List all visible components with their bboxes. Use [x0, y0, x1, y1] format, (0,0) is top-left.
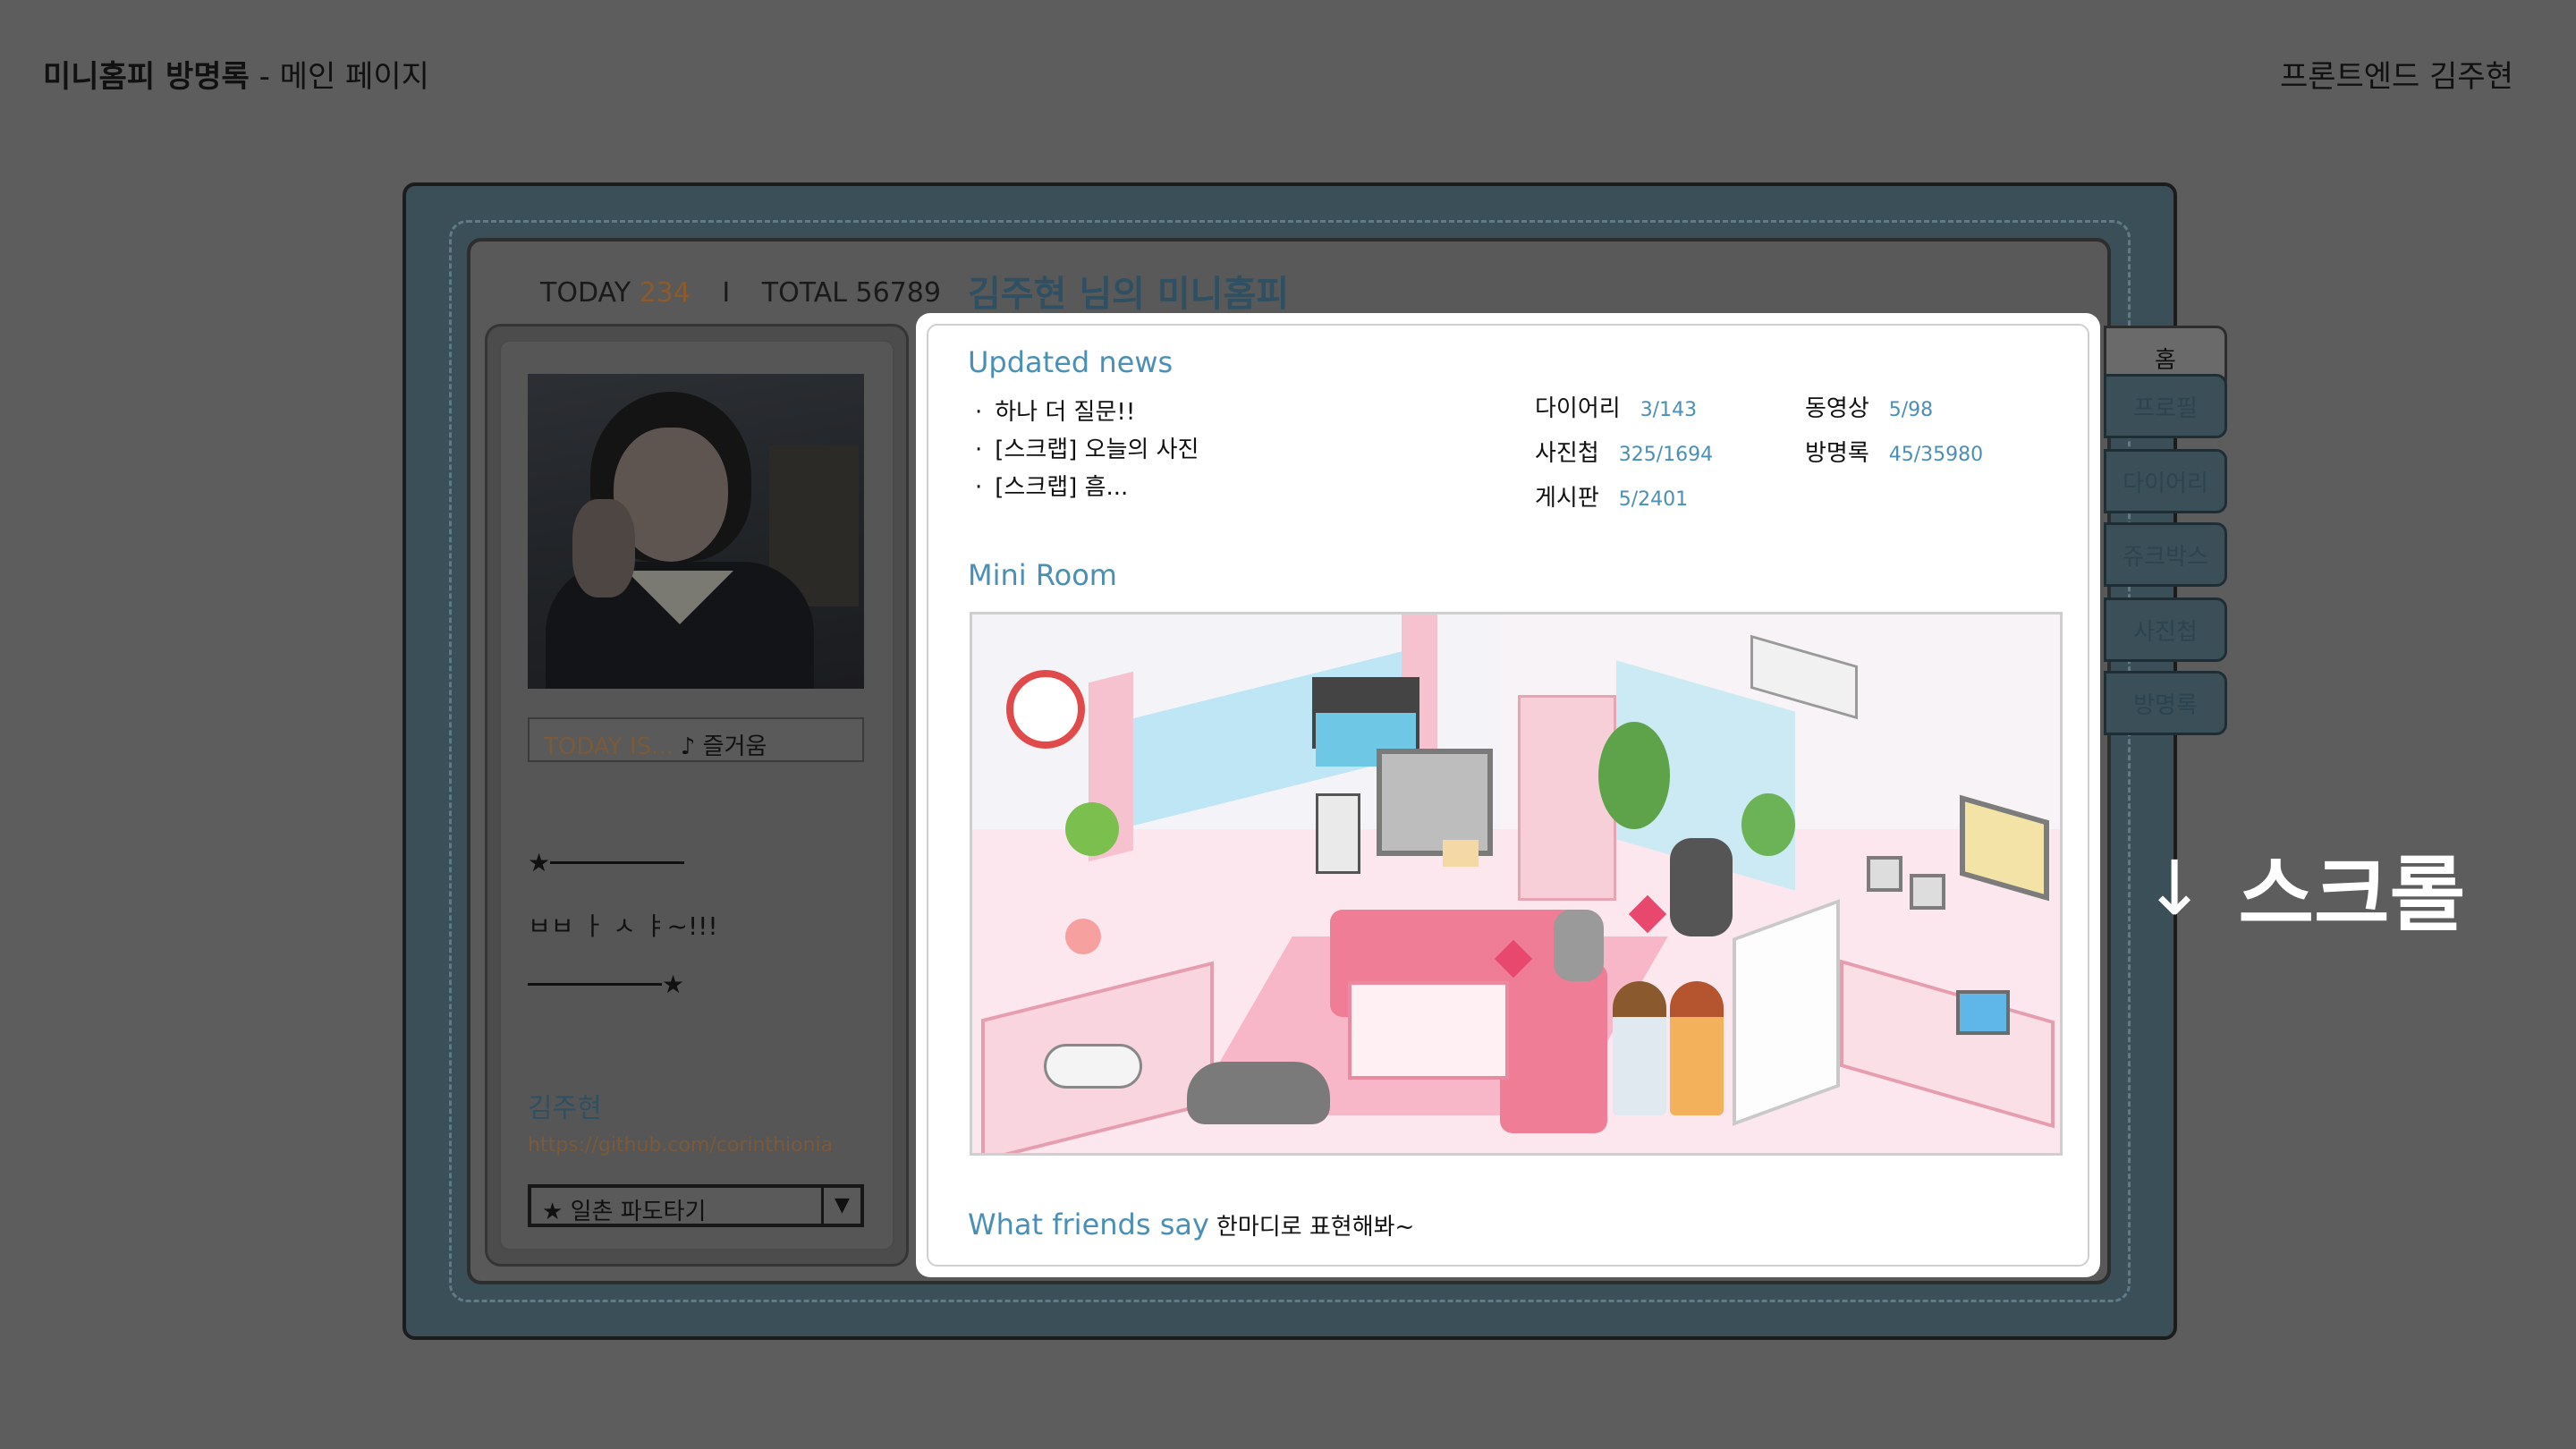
home-title: 김주현 님의 미니홈피 [968, 274, 1290, 315]
today-label: TODAY [540, 277, 631, 309]
star-divider-top: ★ [528, 848, 685, 877]
slide-title: 미니홈피 방명록 - 메인 페이지 [43, 52, 429, 96]
wave-select-value: ★ 일촌 파도타기 [542, 1199, 707, 1225]
chevron-down-icon[interactable]: ▼ [821, 1188, 860, 1224]
star-icon: ★ [662, 970, 685, 999]
slide-title-rest: - 메인 페이지 [249, 59, 429, 95]
stat-board[interactable]: 게시판 5/2401 [1535, 479, 1688, 513]
mini-room-title: Mini Room [968, 558, 1117, 592]
slide-author: 프론트엔드 김주현 [2279, 59, 2513, 95]
counter-separator: I [722, 277, 731, 309]
tab-profile[interactable]: 프로필 [2104, 374, 2227, 438]
stat-guestbook[interactable]: 방명록 45/35980 [1805, 435, 1983, 468]
friends-say: What friends say 한마디로 표현해봐~ [968, 1208, 1414, 1241]
news-item[interactable]: · [스크랩] 오늘의 사진 [975, 431, 1199, 469]
stat-video[interactable]: 동영상 5/98 [1805, 390, 1933, 423]
owner-name: 김주현 [528, 1093, 602, 1124]
slide-title-bold: 미니홈피 방명록 [43, 59, 250, 95]
profile-message: ㅂㅂ ㅏ ㅅ ㅑ~!!! [528, 911, 718, 941]
total-label: TOTAL [761, 277, 847, 309]
news-item[interactable]: · 하나 더 질문!! [975, 394, 1199, 431]
tab-jukebox[interactable]: 쥬크박스 [2104, 522, 2227, 587]
arrow-down-icon: ↓ [2143, 843, 2207, 932]
today-count: 234 [639, 277, 691, 309]
today-mood-value: ♪ 즐거움 [680, 733, 767, 760]
mini-room-image [970, 612, 2063, 1156]
owner-url-link[interactable]: https://github.com/corinthionia [528, 1134, 833, 1157]
today-is-label: TODAY IS... [544, 733, 674, 760]
profile-photo [528, 374, 864, 689]
stat-diary[interactable]: 다이어리 3/143 [1535, 390, 1697, 423]
total-count: 56789 [855, 277, 941, 309]
stat-photos[interactable]: 사진첩 325/1694 [1535, 435, 1713, 468]
friends-say-title: What friends say [968, 1208, 1209, 1241]
tab-guestbook[interactable]: 방명록 [2104, 671, 2227, 735]
today-mood-box: TODAY IS... ♪ 즐거움 [528, 717, 864, 762]
scroll-hint-label: 스크롤 [2238, 847, 2466, 943]
tab-diary[interactable]: 다이어리 [2104, 449, 2227, 513]
news-item[interactable]: · [스크랩] 흠... [975, 469, 1199, 506]
star-icon: ★ [528, 848, 551, 877]
tab-photos[interactable]: 사진첩 [2104, 597, 2227, 662]
wave-select[interactable]: ★ 일촌 파도타기 ▼ [528, 1184, 864, 1227]
clock-icon [1006, 670, 1085, 749]
star-divider-bottom: ★ [528, 970, 684, 999]
updated-news-title: Updated news [968, 345, 1174, 379]
friends-say-input[interactable]: 한마디로 표현해봐~ [1216, 1214, 1414, 1241]
scroll-hint: ↓ 스크롤 [2143, 828, 2465, 947]
visit-counter: TODAY 234 I TOTAL 56789 [540, 277, 941, 309]
updated-news-list: · 하나 더 질문!! · [스크랩] 오늘의 사진 · [스크랩] 흠... [975, 394, 1199, 506]
